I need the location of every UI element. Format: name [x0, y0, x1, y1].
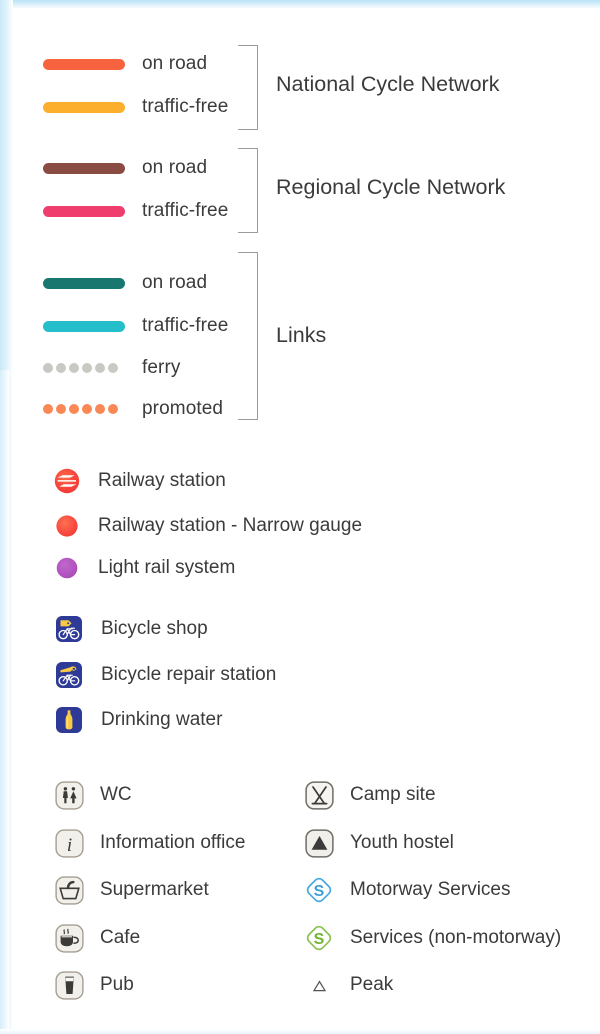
line-swatch-promoted — [43, 404, 125, 415]
legend-symbol-row: Pub — [54, 970, 134, 1000]
legend-line-row: ferry — [43, 357, 181, 379]
legend-line-row: traffic-free — [43, 315, 228, 337]
legend-symbol-row: Supermarket — [54, 875, 209, 905]
legend-symbol-row: Peak — [304, 970, 393, 1000]
group-title-regional: Regional Cycle Network — [276, 175, 506, 199]
symbol-label: Light rail system — [98, 557, 236, 578]
legend-symbol-row: Light rail system — [52, 553, 235, 583]
information-icon: i — [54, 828, 84, 858]
group-title-national: National Cycle Network — [276, 72, 500, 96]
line-swatch-rcn-on-road — [43, 162, 125, 174]
cafe-icon — [54, 923, 84, 953]
legend-line-row: traffic-free — [43, 96, 228, 118]
group-bracket-regional — [238, 148, 258, 233]
railway-station-icon — [52, 466, 82, 496]
symbol-label: Railway station — [98, 470, 226, 491]
line-label: on road — [142, 53, 208, 74]
line-label: on road — [142, 272, 208, 293]
line-swatch-ncn-on-road — [43, 58, 125, 70]
legend-symbol-row: i Information office — [54, 828, 245, 858]
symbol-label: Railway station - Narrow gauge — [98, 515, 363, 536]
legend-symbol-row: Drinking water — [54, 705, 222, 735]
symbol-label: Peak — [350, 974, 394, 995]
symbol-label: Camp site — [350, 784, 436, 805]
legend-symbol-row: Bicycle repair station — [54, 660, 276, 690]
legend-line-row: promoted — [43, 398, 223, 420]
symbol-label: Motorway Services — [350, 879, 511, 900]
legend-symbol-row: Cafe — [54, 923, 140, 953]
line-swatch-rcn-traffic-free — [43, 205, 125, 217]
symbol-label: WC — [100, 784, 132, 805]
line-label: promoted — [142, 398, 224, 419]
pub-icon — [54, 970, 84, 1000]
legend-symbol-row: Railway station - Narrow gauge — [52, 511, 362, 541]
group-title-links: Links — [276, 323, 327, 347]
group-bracket-links — [238, 252, 258, 420]
line-swatch-ferry — [43, 363, 125, 374]
legend-line-row: on road — [43, 157, 207, 179]
supermarket-icon — [54, 875, 84, 905]
legend-symbol-row: S Motorway Services — [304, 875, 511, 905]
map-legend: on road traffic-free National Cycle Netw… — [0, 0, 600, 1034]
light-rail-icon — [52, 553, 82, 583]
symbol-label: Bicycle shop — [101, 618, 208, 639]
camp-site-icon — [304, 780, 334, 810]
bicycle-repair-icon — [54, 660, 84, 690]
legend-symbol-row: WC — [54, 780, 132, 810]
wc-icon — [54, 780, 84, 810]
narrow-gauge-station-icon — [52, 511, 82, 541]
youth-hostel-icon — [304, 828, 334, 858]
svg-text:S: S — [314, 931, 325, 948]
line-swatch-link-traffic-free — [43, 320, 125, 332]
drinking-water-icon — [54, 705, 84, 735]
group-bracket-national — [238, 45, 258, 130]
legend-line-row: on road — [43, 53, 207, 75]
svg-text:i: i — [66, 835, 71, 856]
line-swatch-ncn-traffic-free — [43, 101, 125, 113]
legend-line-row: on road — [43, 272, 207, 294]
symbol-label: Youth hostel — [350, 832, 454, 853]
svg-text:S: S — [314, 883, 325, 900]
line-label: traffic-free — [142, 315, 229, 336]
symbol-label: Bicycle repair station — [101, 664, 277, 685]
services-icon: S — [304, 923, 334, 953]
symbol-label: Services (non-motorway) — [350, 927, 562, 948]
peak-icon — [304, 970, 334, 1000]
symbol-label: Information office — [100, 832, 246, 853]
legend-symbol-row: S Services (non-motorway) — [304, 923, 561, 953]
line-label: traffic-free — [142, 96, 229, 117]
symbol-label: Cafe — [100, 927, 141, 948]
legend-symbol-row: Railway station — [52, 466, 226, 496]
line-swatch-link-on-road — [43, 277, 125, 289]
motorway-services-icon: S — [304, 875, 334, 905]
legend-symbol-row: Camp site — [304, 780, 436, 810]
line-label: ferry — [142, 357, 181, 378]
line-label: traffic-free — [142, 200, 229, 221]
symbol-label: Pub — [100, 974, 134, 995]
line-label: on road — [142, 157, 208, 178]
symbol-label: Drinking water — [101, 709, 223, 730]
bicycle-shop-icon — [54, 614, 84, 644]
legend-line-row: traffic-free — [43, 200, 228, 222]
symbol-label: Supermarket — [100, 879, 209, 900]
legend-symbol-row: Bicycle shop — [54, 614, 208, 644]
legend-symbol-row: Youth hostel — [304, 828, 454, 858]
